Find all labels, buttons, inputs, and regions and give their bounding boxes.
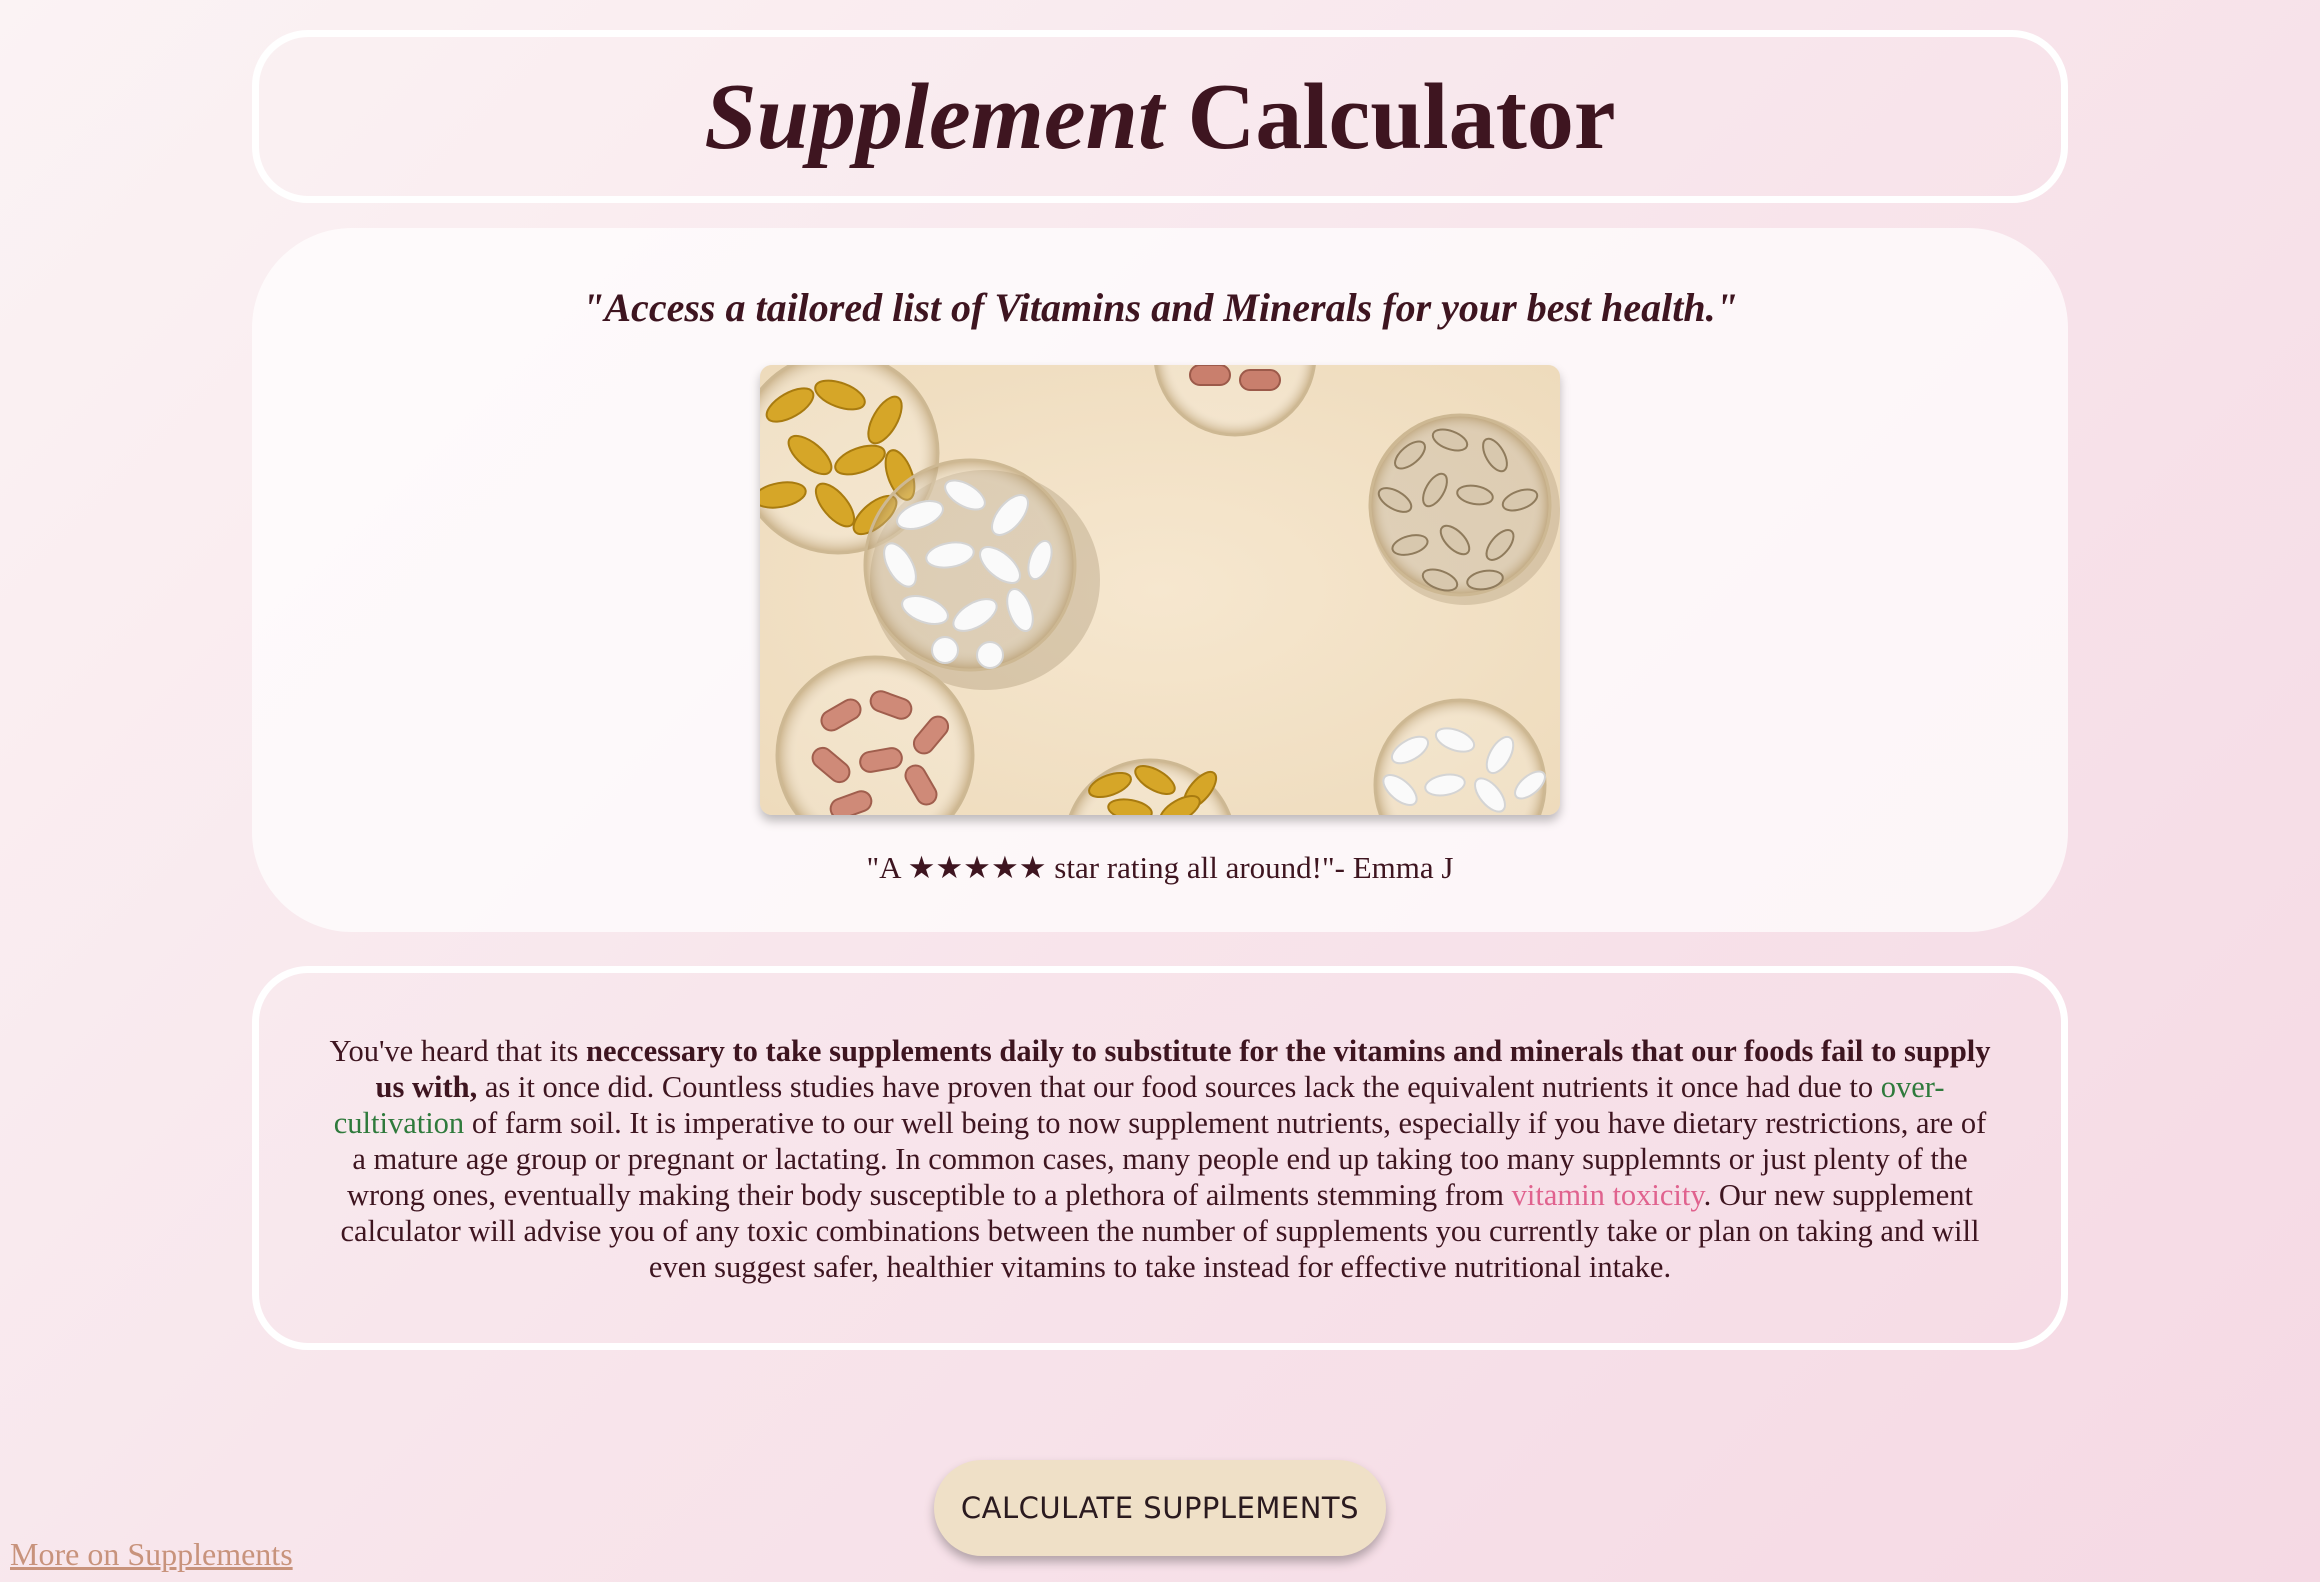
title-panel: Supplement Calculator xyxy=(252,30,2068,203)
page-title-italic: Supplement xyxy=(704,64,1164,169)
testimonial: "A ★★★★★ star rating all around!"- Emma … xyxy=(866,850,1454,885)
info-paragraph: You've heard that its neccessary to take… xyxy=(324,1033,1996,1285)
supplement-bowls-image xyxy=(760,365,1560,815)
info-text-part2: as it once did. Countless studies have p… xyxy=(477,1070,1881,1104)
more-on-supplements-link[interactable]: More on Supplements xyxy=(10,1536,293,1573)
info-panel: You've heard that its neccessary to take… xyxy=(252,966,2068,1350)
vitamin-toxicity-link[interactable]: vitamin toxicity xyxy=(1512,1178,1704,1212)
page-title: Supplement Calculator xyxy=(704,70,1615,164)
tagline: "Access a tailored list of Vitamins and … xyxy=(582,285,1738,330)
page-title-rest: Calculator xyxy=(1164,64,1616,169)
hero-panel: "Access a tailored list of Vitamins and … xyxy=(252,228,2068,932)
calculate-supplements-button[interactable]: CALCULATE SUPPLEMENTS xyxy=(934,1460,1386,1556)
info-text-part1: You've heard that its xyxy=(329,1034,587,1068)
